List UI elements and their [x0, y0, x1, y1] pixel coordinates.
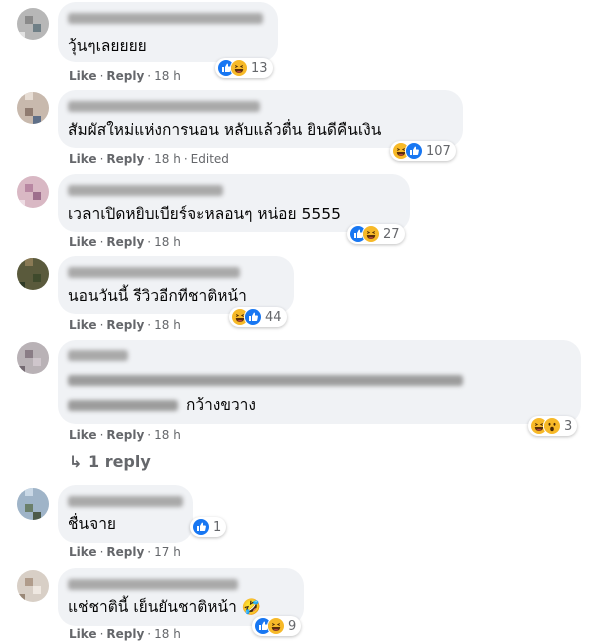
- comment-actions: Like · Reply · 18 h: [69, 69, 181, 83]
- comment-bubble: ชื่นจาย: [58, 485, 193, 543]
- reaction-count: 44: [265, 309, 282, 325]
- comment-actions: Like · Reply · 18 h: [69, 235, 181, 249]
- blurred-author-name: [68, 185, 223, 196]
- reply-arrow-icon: ↳: [69, 452, 83, 471]
- reaction-count: 107: [426, 143, 451, 159]
- comment-bubble: นอนวันนี้ รีวิวอีกทีชาติหน้า: [58, 256, 294, 314]
- reply-link[interactable]: Reply: [106, 152, 144, 166]
- blurred-author-name: [68, 496, 183, 507]
- edited-label[interactable]: Edited: [191, 152, 229, 166]
- comment-actions: Like · Reply · 18 h: [69, 627, 181, 641]
- like-link[interactable]: Like: [69, 235, 97, 249]
- blurred-author-name: [68, 579, 238, 590]
- reply-link[interactable]: Reply: [106, 235, 144, 249]
- blurred-author-name: [68, 101, 260, 112]
- comment-bubble: กว้างขวาง: [58, 340, 581, 424]
- comment-text: วุ้นๆเลยยยย: [68, 37, 147, 55]
- like-reaction-icon: [405, 142, 423, 160]
- reply-link[interactable]: Reply: [106, 318, 144, 332]
- like-reaction-icon: [192, 518, 210, 536]
- timestamp[interactable]: 18 h: [154, 69, 181, 83]
- avatar[interactable]: [17, 342, 49, 374]
- timestamp[interactable]: 17 h: [154, 545, 181, 559]
- wow-reaction-icon: [543, 417, 561, 435]
- haha-reaction-icon: [230, 59, 248, 77]
- comment-actions: Like · Reply · 18 h: [69, 428, 181, 442]
- avatar[interactable]: [17, 92, 49, 124]
- comment-actions: Like · Reply · 18 h · Edited: [69, 152, 229, 166]
- like-link[interactable]: Like: [69, 318, 97, 332]
- reaction-summary[interactable]: 44: [229, 307, 287, 327]
- timestamp[interactable]: 18 h: [154, 428, 181, 442]
- comment-actions: Like · Reply · 18 h: [69, 318, 181, 332]
- blurred-author-name: [68, 350, 128, 361]
- timestamp[interactable]: 18 h: [154, 627, 181, 641]
- blurred-author-name: [68, 13, 263, 24]
- view-replies-link[interactable]: ↳ 1 reply: [69, 452, 151, 471]
- reaction-summary[interactable]: 107: [390, 141, 456, 161]
- reaction-count: 1: [213, 519, 222, 535]
- reaction-summary[interactable]: 1: [190, 517, 227, 537]
- avatar[interactable]: [17, 488, 49, 520]
- comment-actions: Like · Reply · 17 h: [69, 545, 181, 559]
- haha-reaction-icon: [267, 617, 285, 635]
- reaction-count: 27: [383, 226, 400, 242]
- reply-link[interactable]: Reply: [106, 428, 144, 442]
- comment-bubble: วุ้นๆเลยยยย: [58, 2, 278, 62]
- reaction-count: 9: [288, 618, 297, 634]
- like-link[interactable]: Like: [69, 69, 97, 83]
- like-reaction-icon: [244, 308, 262, 326]
- reaction-count: 3: [564, 418, 573, 434]
- reply-link[interactable]: Reply: [106, 69, 144, 83]
- timestamp[interactable]: 18 h: [154, 152, 181, 166]
- like-link[interactable]: Like: [69, 152, 97, 166]
- reaction-summary[interactable]: 13: [215, 58, 273, 78]
- blurred-comment-text: [68, 375, 463, 386]
- comment-text: กว้างขวาง: [186, 396, 256, 414]
- reaction-summary[interactable]: 9: [252, 616, 302, 636]
- avatar[interactable]: [17, 570, 49, 602]
- comment-text: นอนวันนี้ รีวิวอีกทีชาติหน้า: [68, 287, 247, 305]
- like-link[interactable]: Like: [69, 545, 97, 559]
- comment-text: สัมผัสใหม่แห่งการนอน หลับแล้วตื่น ยินดีค…: [68, 121, 382, 139]
- reaction-summary[interactable]: 27: [347, 224, 405, 244]
- haha-reaction-icon: [362, 225, 380, 243]
- reaction-summary[interactable]: 3: [528, 416, 578, 436]
- like-link[interactable]: Like: [69, 428, 97, 442]
- timestamp[interactable]: 18 h: [154, 235, 181, 249]
- avatar[interactable]: [17, 8, 49, 40]
- reply-link[interactable]: Reply: [106, 627, 144, 641]
- blurred-author-name: [68, 267, 240, 278]
- reply-link[interactable]: Reply: [106, 545, 144, 559]
- timestamp[interactable]: 18 h: [154, 318, 181, 332]
- view-replies-label: 1 reply: [87, 452, 151, 471]
- avatar[interactable]: [17, 176, 49, 208]
- comment-text: ชื่นจาย: [68, 515, 116, 533]
- reaction-count: 13: [251, 60, 268, 76]
- comment-text: แช่ชาตินี้ เย็นยันชาติหน้า 🤣: [68, 598, 262, 616]
- comment-bubble: สัมผัสใหม่แห่งการนอน หลับแล้วตื่น ยินดีค…: [58, 90, 463, 148]
- avatar[interactable]: [17, 258, 49, 290]
- like-link[interactable]: Like: [69, 627, 97, 641]
- comment-text: เวลาเปิดหยิบเบียร์จะหลอนๆ หน่อย 5555: [68, 205, 341, 223]
- blurred-comment-text: [68, 400, 178, 411]
